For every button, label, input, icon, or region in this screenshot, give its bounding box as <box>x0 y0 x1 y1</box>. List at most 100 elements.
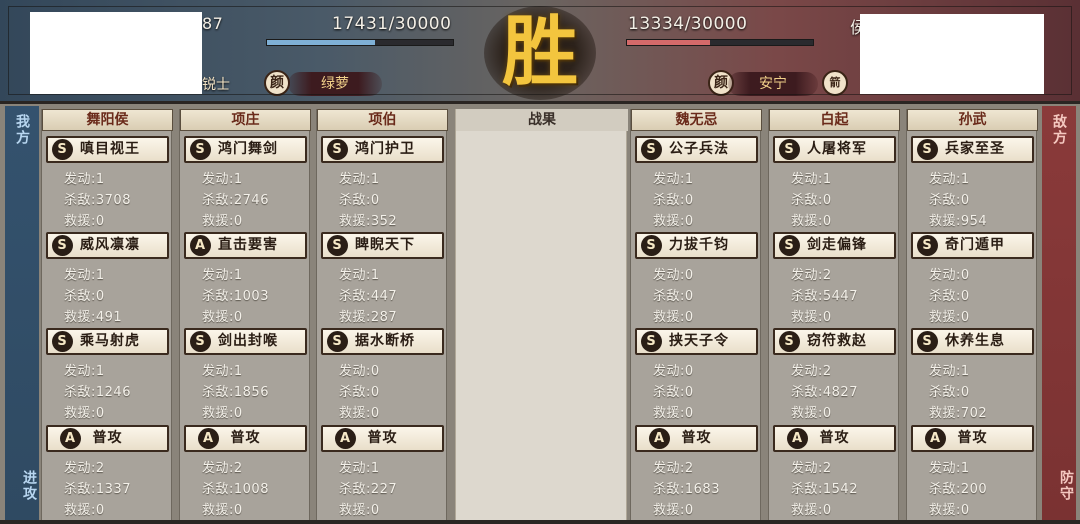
stat-label: 发动: <box>929 364 961 379</box>
kill-count: 杀敌:0 <box>653 189 694 208</box>
stat-value: 491 <box>95 310 123 325</box>
skill-grade-icon: S <box>917 139 938 160</box>
skill-button[interactable]: A 普攻 <box>635 425 758 452</box>
trigger-count: 发动:1 <box>202 264 243 283</box>
stat-value: 0 <box>822 193 832 208</box>
skill-button[interactable]: S 睥睨天下 <box>321 232 444 259</box>
skill-button[interactable]: A 普攻 <box>773 425 896 452</box>
stat-value: 0 <box>822 503 832 518</box>
kill-count: 杀敌:0 <box>64 285 105 304</box>
kill-count: 杀敌:1246 <box>64 381 131 400</box>
skill-button[interactable]: A 普攻 <box>911 425 1034 452</box>
trigger-count: 发动:2 <box>791 264 832 283</box>
stat-label: 救援: <box>339 503 371 518</box>
skill-button[interactable]: S 兵家至圣 <box>911 136 1034 163</box>
stat-label: 发动: <box>339 172 371 187</box>
stat-value: 2 <box>822 268 832 283</box>
skill-button[interactable]: S 据水断桥 <box>321 328 444 355</box>
skill-button[interactable]: S 力拔千钧 <box>635 232 758 259</box>
skill-name: 力拔千钧 <box>669 237 729 253</box>
skill-button[interactable]: S 公子兵法 <box>635 136 758 163</box>
skill-button[interactable]: A 普攻 <box>184 425 307 452</box>
skill-button[interactable]: A 普攻 <box>321 425 444 452</box>
skill-button[interactable]: S 奇门遁甲 <box>911 232 1034 259</box>
stat-value: 0 <box>684 289 694 304</box>
skill-button[interactable]: S 窃符救赵 <box>773 328 896 355</box>
trigger-count: 发动:1 <box>929 168 970 187</box>
stat-value: 0 <box>95 214 105 229</box>
kill-count: 杀敌:0 <box>653 285 694 304</box>
skill-name: 普攻 <box>957 430 988 446</box>
skill-grade-icon: A <box>787 428 808 449</box>
ally-hp-text: 17431/30000 <box>332 14 452 34</box>
general-name: 白起 <box>769 109 900 131</box>
skill-button[interactable]: S 剑出封喉 <box>184 328 307 355</box>
enemy-hp-text: 13334/30000 <box>628 14 748 34</box>
stat-label: 杀敌: <box>339 193 371 208</box>
stat-value: 0 <box>960 289 970 304</box>
stat-label: 发动: <box>791 461 823 476</box>
skill-grade-icon: S <box>779 331 800 352</box>
skill-button[interactable]: S 嗔目视王 <box>46 136 169 163</box>
kill-count: 杀敌:0 <box>339 381 380 400</box>
skill-grade-icon: A <box>925 428 946 449</box>
skill-button[interactable]: S 乘马射虎 <box>46 328 169 355</box>
enemy-status-pill: 安宁 <box>728 72 818 96</box>
trigger-count: 发动:2 <box>64 457 105 476</box>
ally-formation-tag: 锐士 <box>202 77 230 93</box>
skill-grade-icon: A <box>60 428 81 449</box>
skill-button[interactable]: S 人屠将军 <box>773 136 896 163</box>
enemy-role-label: 防守 <box>1058 470 1074 502</box>
general-column: 项庄 S 鸿门舞剑 发动:1 杀敌:2746 救援:0 A 直击要害 发动:1 杀敌:1003 救援… <box>179 109 311 522</box>
skill-name: 普攻 <box>819 430 850 446</box>
kill-count: 杀敌:1008 <box>202 478 269 497</box>
stat-value: 702 <box>960 406 988 421</box>
battle-result-panel: 战果 <box>455 109 628 522</box>
skill-button[interactable]: A 普攻 <box>46 425 169 452</box>
skill-name: 兵家至圣 <box>945 141 1005 157</box>
stat-value: 1 <box>370 461 380 476</box>
skill-button[interactable]: S 鸿门舞剑 <box>184 136 307 163</box>
stat-value: 0 <box>960 503 970 518</box>
skill-button[interactable]: S 休养生息 <box>911 328 1034 355</box>
stat-label: 发动: <box>202 268 234 283</box>
stat-label: 杀敌: <box>653 193 685 208</box>
skill-name: 据水断桥 <box>355 333 415 349</box>
skill-name: 鸿门护卫 <box>355 141 415 157</box>
skill-button[interactable]: S 威风凛凛 <box>46 232 169 259</box>
rescue-count: 救援:0 <box>791 402 832 421</box>
rescue-count: 救援:0 <box>202 306 243 325</box>
bottom-border <box>0 520 1080 524</box>
stat-value: 1 <box>233 364 243 379</box>
stat-value: 1 <box>233 268 243 283</box>
trigger-count: 发动:1 <box>339 168 380 187</box>
rescue-count: 救援:702 <box>929 402 987 421</box>
stat-value: 287 <box>370 310 398 325</box>
skill-name: 普攻 <box>681 430 712 446</box>
skill-name: 直击要害 <box>218 237 278 253</box>
skill-button[interactable]: A 直击要害 <box>184 232 307 259</box>
skill-name: 公子兵法 <box>669 141 729 157</box>
skill-button[interactable]: S 剑走偏锋 <box>773 232 896 259</box>
trigger-count: 发动:1 <box>653 168 694 187</box>
stat-value: 0 <box>684 385 694 400</box>
rescue-count: 救援:0 <box>202 402 243 421</box>
stat-value: 1337 <box>95 482 131 497</box>
face-icon: 颜 <box>264 70 290 96</box>
stat-value: 2 <box>822 364 832 379</box>
stat-label: 救援: <box>791 310 823 325</box>
redacted-ally-name <box>30 12 202 94</box>
rescue-count: 救援:0 <box>202 210 243 229</box>
kill-count: 杀敌:0 <box>929 285 970 304</box>
stat-label: 发动: <box>64 461 96 476</box>
stat-label: 发动: <box>929 268 961 283</box>
rescue-count: 救援:0 <box>791 499 832 518</box>
stat-label: 杀敌: <box>929 385 961 400</box>
stat-label: 救援: <box>339 406 371 421</box>
ally-role-label: 进攻 <box>21 470 37 502</box>
general-name: 孙武 <box>907 109 1038 131</box>
skill-button[interactable]: S 挟天子令 <box>635 328 758 355</box>
trigger-count: 发动:2 <box>791 360 832 379</box>
skill-button[interactable]: S 鸿门护卫 <box>321 136 444 163</box>
stat-value: 1 <box>822 172 832 187</box>
